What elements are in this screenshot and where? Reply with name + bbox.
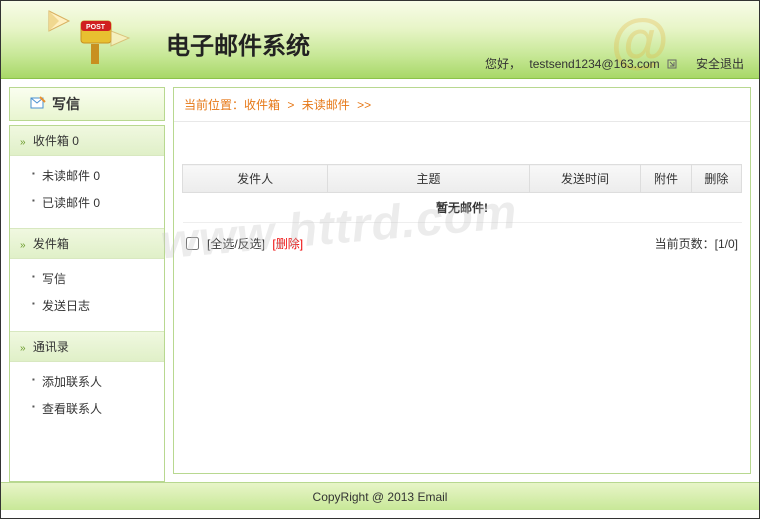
arrow-icon: » [20,240,26,251]
col-sender: 发件人 [183,165,328,193]
compose-label: 写信 [52,94,80,114]
nav-item-view-contacts[interactable]: 查看联系人 [10,395,164,422]
mailbox-icon: POST [41,6,131,71]
col-attachment: 附件 [641,165,691,193]
user-email-link[interactable]: testsend1234@163.com [529,57,659,71]
main-content: 当前位置：收件箱 > 未读邮件 >> 发件人 主题 发送时间 附件 删除 [173,87,751,474]
nav-section-title: 发件箱 [33,237,69,251]
nav-section-contacts[interactable]: » 通讯录 [10,331,164,362]
svg-text:POST: POST [86,24,106,31]
breadcrumb: 当前位置：收件箱 > 未读邮件 >> [174,88,750,122]
table-header-row: 发件人 主题 发送时间 附件 删除 [183,165,742,193]
nav-item-unread[interactable]: 未读邮件 0 [10,162,164,189]
breadcrumb-prefix: 当前位置： [184,98,244,112]
logout-link[interactable]: 安全退出 [696,57,744,71]
compose-button[interactable]: 写信 [9,87,165,121]
nav-item-sendlog[interactable]: 发送日志 [10,292,164,319]
external-link-icon [667,58,677,72]
col-time: 发送时间 [529,165,641,193]
breadcrumb-tail: >> [357,98,371,112]
welcome-text: 您好， [485,57,521,71]
nav-section-title: 收件箱 0 [33,134,79,148]
mail-table: 发件人 主题 发送时间 附件 删除 暂无邮件! [182,164,742,223]
breadcrumb-sep: > [287,98,294,112]
nav-item-compose[interactable]: 写信 [10,265,164,292]
selection-controls: [全选/反选] [删除] 当前页数：[1/0] [182,223,742,264]
nav-item-read[interactable]: 已读邮件 0 [10,189,164,216]
nav-box: » 收件箱 0 未读邮件 0 已读邮件 0 » 发件箱 写信 [9,125,165,482]
delete-selected-link[interactable]: [删除] [272,237,303,251]
breadcrumb-part-1[interactable]: 未读邮件 [302,98,350,112]
page-value: [1/0] [715,237,738,251]
table-empty-row: 暂无邮件! [183,193,742,223]
arrow-icon: » [20,137,26,148]
body-wrapper: 写信 » 收件箱 0 未读邮件 0 已读邮件 0 » 发件箱 [1,79,759,482]
select-toggle-link[interactable]: [全选/反选] [207,237,265,251]
page-info: 当前页数：[1/0] [655,235,738,252]
app-header: @ POST 电子邮件系统 您好， testsend1234@163.com 安… [1,1,759,79]
app-title: 电子邮件系统 [166,26,310,61]
empty-message: 暂无邮件! [183,193,742,223]
page-label: 当前页数： [655,237,715,251]
nav-section-title: 通讯录 [33,340,69,354]
nav-item-add-contact[interactable]: 添加联系人 [10,368,164,395]
col-delete: 删除 [691,165,741,193]
col-subject: 主题 [328,165,529,193]
footer: CopyRight @ 2013 Email [1,482,759,510]
breadcrumb-part-0[interactable]: 收件箱 [244,98,280,112]
nav-section-inbox[interactable]: » 收件箱 0 [10,126,164,156]
sidebar: 写信 » 收件箱 0 未读邮件 0 已读邮件 0 » 发件箱 [9,87,165,474]
arrow-icon: » [20,343,26,354]
compose-icon [30,96,46,113]
header-userinfo: 您好， testsend1234@163.com 安全退出 [485,55,744,72]
content-area: 发件人 主题 发送时间 附件 删除 暂无邮件! [全选/反选] [174,122,750,276]
select-all-checkbox[interactable] [186,237,199,250]
nav-section-outbox[interactable]: » 发件箱 [10,228,164,259]
copyright-text: CopyRight @ 2013 Email [313,490,448,504]
